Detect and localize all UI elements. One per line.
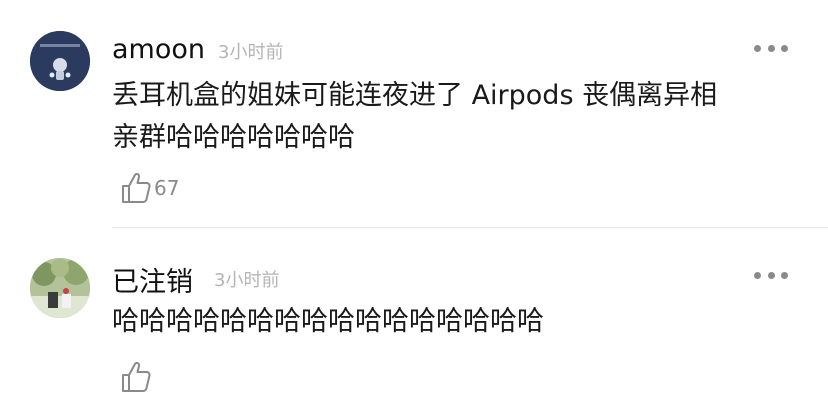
comment-text: 丢耳机盒的姐妹可能连夜进了 Airpods 丧偶离异相 亲群哈哈哈哈哈哈哈 <box>112 75 717 159</box>
comment-text-line: 丢耳机盒的姐妹可能连夜进了 Airpods 丧偶离异相 <box>112 80 718 111</box>
comment-text-line: 亲群哈哈哈哈哈哈哈 <box>112 122 355 153</box>
comment-time: 3小时前 <box>214 270 280 291</box>
like-count: 67 <box>154 176 180 200</box>
avatar-image <box>30 31 90 91</box>
comment-text-line: 哈哈哈哈哈哈哈哈哈哈哈哈哈哈哈哈 <box>112 306 544 337</box>
avatar-image <box>30 258 90 318</box>
comment-item: amoon 3小时前 丢耳机盒的姐妹可能连夜进了 Airpods 丧偶离异相 亲… <box>0 0 828 227</box>
like-button[interactable]: 67 <box>120 171 179 205</box>
avatar[interactable] <box>30 31 90 91</box>
username[interactable]: 已注销 <box>112 260 193 299</box>
comment-item: 已注销 3小时前 哈哈哈哈哈哈哈哈哈哈哈哈哈哈哈哈 <box>0 228 828 404</box>
like-button[interactable] <box>120 360 154 394</box>
more-options-icon[interactable] <box>754 265 788 285</box>
thumbs-up-icon <box>122 361 151 392</box>
username[interactable]: amoon <box>112 34 205 65</box>
comment-text: 哈哈哈哈哈哈哈哈哈哈哈哈哈哈哈哈 <box>112 301 544 343</box>
comment-time: 3小时前 <box>218 42 284 63</box>
more-options-icon[interactable] <box>754 38 788 58</box>
avatar[interactable] <box>30 258 90 318</box>
thumbs-up-icon <box>122 172 151 203</box>
